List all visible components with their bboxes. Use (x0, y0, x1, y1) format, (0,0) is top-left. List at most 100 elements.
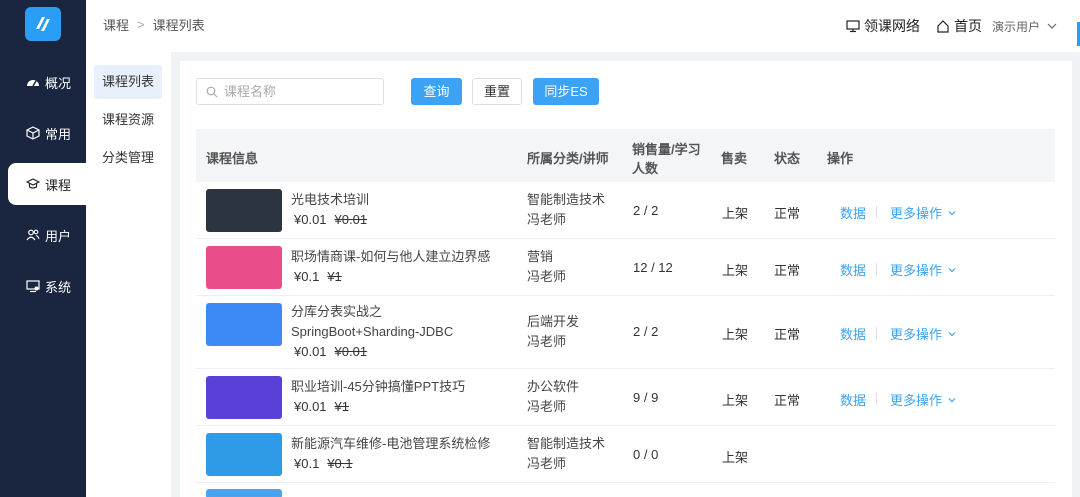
more-actions-dropdown[interactable]: 更多操作 (890, 203, 957, 222)
header-state: 状态 (774, 151, 801, 166)
course-submenu: 课程列表 课程资源 分类管理 (86, 52, 171, 497)
course-category: 营销 冯老师 (527, 247, 566, 287)
home-link[interactable]: 首页 (936, 16, 982, 36)
main-sidebar: 概况 常用 课程 用户 系统 (0, 0, 86, 497)
course-thumbnail[interactable] (206, 433, 282, 476)
nav-item-users[interactable]: 用户 (0, 214, 86, 256)
course-title: 职业培训-45分钟搞懂PPT技巧 (291, 379, 466, 394)
sell-status: 上架 (722, 393, 749, 408)
sync-es-button[interactable]: 同步ES (533, 78, 599, 105)
data-link[interactable]: 数据 (840, 324, 866, 343)
price-current: ¥0.01 (294, 399, 327, 414)
course-category: 办公软件 冯老师 (527, 377, 579, 417)
price-current: ¥0.01 (294, 212, 327, 227)
data-link[interactable]: 数据 (840, 260, 866, 279)
data-link[interactable]: 数据 (840, 203, 866, 222)
price-current: ¥0.1 (294, 269, 320, 284)
course-category: 后端开发 冯老师 (527, 312, 579, 352)
nav-item-system[interactable]: 系统 (0, 265, 86, 307)
cube-icon (26, 126, 40, 140)
price-original: ¥0.01 (334, 344, 368, 359)
course-state: 正常 (774, 327, 801, 342)
header-sales-line2: 人数 (632, 161, 659, 176)
teacher-name: 冯老师 (527, 334, 567, 349)
sales-count: 9 / 9 (633, 390, 659, 405)
more-actions-label: 更多操作 (890, 263, 943, 278)
search-icon (206, 86, 218, 97)
price-current: ¥0.01 (294, 344, 327, 359)
course-price: ¥0.01 ¥0.01 (294, 212, 367, 227)
table-row: 职场情商课-如何与他人建立边界感 ¥0.1 ¥1 营销 冯老师 12 / 12 上架… (196, 239, 1055, 296)
teacher-name: 冯老师 (527, 212, 567, 227)
app-logo[interactable] (25, 7, 61, 41)
course-thumbnail[interactable] (206, 489, 282, 497)
table-row (196, 489, 1055, 497)
table-row: 新能源汽车维修-电池管理系统检修 ¥0.1 ¥0.1 智能制造技术 冯老师 0 / … (196, 426, 1055, 483)
nav-label: 课程 (45, 177, 72, 193)
course-category: 智能制造技术 冯老师 (527, 434, 605, 474)
monitor-icon (26, 279, 40, 293)
category-name: 智能制造技术 (527, 436, 606, 451)
more-actions-dropdown[interactable]: 更多操作 (890, 324, 957, 343)
home-label: 首页 (953, 18, 982, 34)
price-original: ¥1 (327, 269, 342, 284)
monitor-icon (846, 20, 860, 33)
category-name: 办公软件 (527, 379, 580, 394)
teacher-name: 冯老师 (527, 399, 567, 414)
sell-status: 上架 (722, 450, 749, 465)
teacher-name: 冯老师 (527, 456, 567, 471)
course-thumbnail[interactable] (206, 376, 282, 419)
user-name: 演示用户 (991, 19, 1040, 34)
breadcrumb: 课程 > 课程列表 (103, 15, 205, 34)
sell-status: 上架 (722, 327, 749, 342)
op-divider (876, 206, 877, 218)
course-price: ¥0.1 ¥1 (294, 269, 342, 284)
course-thumbnail[interactable] (206, 189, 282, 232)
submenu-course-list[interactable]: 课程列表 (94, 65, 162, 99)
submenu-course-resources[interactable]: 课程资源 (94, 103, 162, 137)
price-current: ¥0.1 (294, 456, 320, 471)
course-thumbnail[interactable] (206, 246, 282, 289)
chevron-down-icon (948, 210, 956, 215)
users-icon (26, 228, 40, 242)
user-menu[interactable]: 演示用户 (992, 18, 1062, 35)
table-row: 分库分表实战之SpringBoot+Sharding-JDBC ¥0.01 ¥0.… (196, 296, 1055, 369)
sales-count: 12 / 12 (633, 260, 673, 275)
more-actions-dropdown[interactable]: 更多操作 (890, 390, 957, 409)
header-category-teacher: 所属分类/讲师 (527, 151, 609, 166)
course-thumbnail[interactable] (206, 303, 282, 346)
course-state: 正常 (774, 206, 801, 221)
nav-label: 常用 (45, 126, 72, 142)
course-state: 正常 (774, 393, 801, 408)
op-divider (876, 393, 877, 405)
dashboard-icon (26, 75, 40, 89)
nav-label: 系统 (45, 279, 72, 295)
course-name-input[interactable] (224, 84, 374, 99)
submenu-category-management[interactable]: 分类管理 (94, 141, 162, 175)
nav-label: 用户 (45, 228, 72, 244)
course-title: 分库分表实战之SpringBoot+Sharding-JDBC (291, 304, 454, 339)
nav-item-overview[interactable]: 概况 (0, 61, 86, 103)
query-button[interactable]: 查询 (411, 78, 462, 105)
breadcrumb-item[interactable]: 课程 (103, 15, 129, 34)
home-icon (937, 20, 949, 33)
more-actions-label: 更多操作 (890, 327, 943, 342)
breadcrumb-separator-icon: > (137, 17, 145, 32)
table-row: 光电技术培训 ¥0.01 ¥0.01 智能制造技术 冯老师 2 / 2 上架 正常 … (196, 182, 1055, 239)
header-actions: 领课网络 首页 演示用户 (830, 16, 1062, 36)
reset-button[interactable]: 重置 (472, 78, 522, 105)
network-link[interactable]: 领课网络 (846, 16, 920, 36)
category-name: 智能制造技术 (527, 192, 606, 207)
more-actions-dropdown[interactable]: 更多操作 (890, 260, 957, 279)
graduation-cap-icon (26, 177, 40, 191)
price-original: ¥0.1 (327, 456, 353, 471)
network-label: 领课网络 (863, 18, 920, 34)
nav-item-common[interactable]: 常用 (0, 112, 86, 154)
more-actions-label: 更多操作 (890, 206, 943, 221)
data-link[interactable]: 数据 (840, 390, 866, 409)
nav-item-course[interactable]: 课程 (8, 163, 86, 205)
header-ops: 操作 (827, 151, 854, 166)
course-category: 智能制造技术 冯老师 (527, 190, 605, 230)
table-row: 职业培训-45分钟搞懂PPT技巧 ¥0.01 ¥1 办公软件 冯老师 9 / 9 上… (196, 369, 1055, 426)
chevron-down-icon (948, 267, 956, 272)
